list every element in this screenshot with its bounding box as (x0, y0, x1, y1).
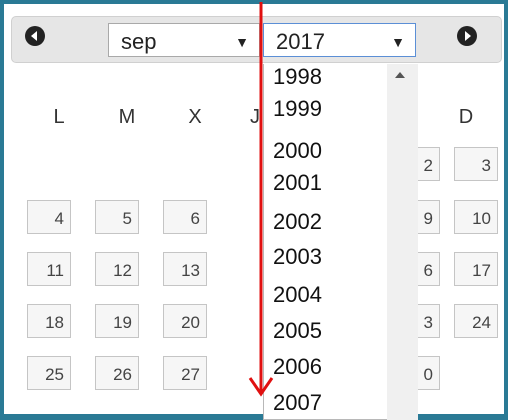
year-option[interactable]: 2003 (273, 244, 322, 270)
weekday-header: D (458, 106, 474, 128)
weekday-header: L (53, 106, 65, 128)
scroll-up-arrow-icon[interactable] (395, 72, 405, 78)
day-cell[interactable]: 25 (27, 356, 71, 390)
day-cell[interactable]: 10 (454, 200, 498, 234)
next-month-button[interactable] (457, 26, 477, 46)
chevron-down-icon: ▼ (391, 34, 405, 50)
year-option[interactable]: 1998 (273, 64, 322, 90)
weekday-header: X (188, 106, 202, 128)
chevron-down-icon: ▼ (235, 34, 249, 50)
day-cell[interactable]: 12 (95, 252, 139, 286)
day-cell[interactable]: 17 (454, 252, 498, 286)
year-option[interactable]: 2004 (273, 282, 322, 308)
day-cell[interactable]: 6 (163, 200, 207, 234)
year-option[interactable]: 2000 (273, 138, 322, 164)
day-cell[interactable]: 27 (163, 356, 207, 390)
year-select[interactable]: 2017 ▼ (263, 23, 416, 57)
day-cell[interactable]: 4 (27, 200, 71, 234)
year-option[interactable]: 2005 (273, 318, 322, 344)
day-cell[interactable]: 13 (163, 252, 207, 286)
year-option[interactable]: 2002 (273, 209, 322, 235)
day-cell[interactable]: 5 (95, 200, 139, 234)
day-cell[interactable]: 18 (27, 304, 71, 338)
dropdown-scrollbar[interactable] (387, 64, 418, 420)
day-cell[interactable]: 20 (163, 304, 207, 338)
day-cell[interactable]: 19 (95, 304, 139, 338)
prev-month-button[interactable] (25, 26, 45, 46)
month-select-value: sep (121, 29, 157, 54)
circle-arrow-left-icon (31, 31, 37, 41)
year-option[interactable]: 2006 (273, 354, 322, 380)
day-cell[interactable]: 11 (27, 252, 71, 286)
circle-arrow-right-icon (465, 31, 471, 41)
year-option[interactable]: 2001 (273, 170, 322, 196)
day-cell[interactable]: 26 (95, 356, 139, 390)
year-select-value: 2017 (276, 29, 325, 54)
day-cell[interactable]: 3 (454, 147, 498, 181)
month-select[interactable]: sep ▼ (108, 23, 260, 57)
year-option[interactable]: 1999 (273, 96, 322, 122)
weekday-header: M (118, 106, 136, 128)
year-option[interactable]: 2007 (273, 390, 322, 416)
day-cell[interactable]: 24 (454, 304, 498, 338)
